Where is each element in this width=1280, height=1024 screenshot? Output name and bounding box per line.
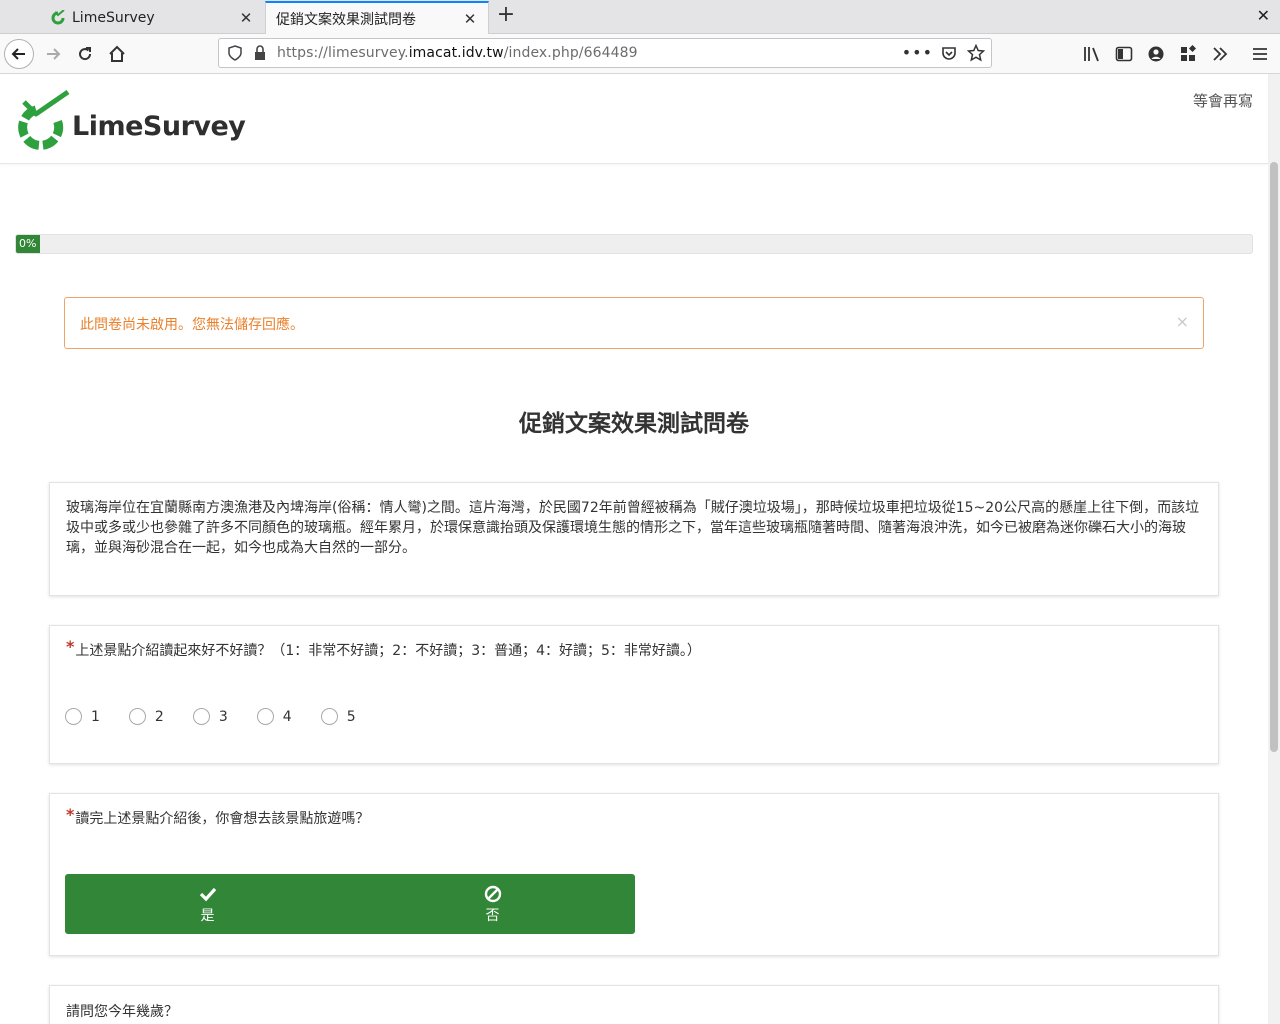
limesurvey-favicon-icon <box>50 9 66 26</box>
survey-inactive-alert: 此問卷尚未啟用。您無法儲存回應。 × <box>64 297 1204 349</box>
progress-fill: 0% <box>16 235 40 253</box>
extensions-icon[interactable] <box>1178 44 1198 64</box>
url-bar[interactable]: https://limesurvey.imacat.idv.tw/index.p… <box>218 38 992 68</box>
rating-radio-group: 1 2 3 4 5 <box>65 708 385 725</box>
back-button[interactable] <box>4 39 34 69</box>
overflow-chevron-icon[interactable] <box>1210 44 1230 64</box>
radio-button[interactable] <box>320 708 338 725</box>
question-text: *上述景點介紹讀起來好不好讀？（1：非常不好讀；2：不好讀；3：普通；4：好讀；… <box>66 637 701 660</box>
lock-icon[interactable] <box>253 45 267 65</box>
url-prefix: https://limesurvey. <box>277 45 409 61</box>
library-icon[interactable] <box>1082 44 1102 64</box>
question-card-readability: *上述景點介紹讀起來好不好讀？（1：非常不好讀；2：不好讀；3：普通；4：好讀；… <box>49 625 1219 764</box>
forward-button[interactable] <box>38 39 68 69</box>
home-button[interactable] <box>102 39 132 69</box>
radio-option-2[interactable]: 2 <box>128 708 164 725</box>
required-asterisk: * <box>66 637 75 656</box>
radio-label: 5 <box>346 708 356 725</box>
shield-icon[interactable] <box>227 45 243 65</box>
question-label: 請問您今年幾歲？ <box>66 1004 178 1020</box>
yes-label: 是 <box>200 907 215 924</box>
tab-title: 促銷文案效果測試問卷 <box>276 12 416 28</box>
tab-limesurvey[interactable]: LimeSurvey ✕ <box>40 1 264 34</box>
hamburger-menu-icon[interactable] <box>1250 44 1270 64</box>
survey-title: 促銷文案效果測試問卷 <box>519 411 749 437</box>
limesurvey-logo[interactable]: LimeSurvey <box>14 90 246 150</box>
survey-description-card: 玻璃海岸位在宜蘭縣南方澳漁港及內埤海岸(俗稱：情人彎)之間。這片海灣，於民國72… <box>49 482 1219 596</box>
arrow-right-icon <box>47 48 61 60</box>
radio-button[interactable] <box>256 708 274 725</box>
radio-option-1[interactable]: 1 <box>65 708 100 725</box>
question-card-visit-intent: *讀完上述景點介紹後，你會想去該景點旅遊嗎？ 是 否 <box>49 793 1219 956</box>
alert-close-button[interactable]: × <box>1176 312 1189 331</box>
logo-text: LimeSurvey <box>72 110 246 142</box>
question-text: *讀完上述景點介紹後，你會想去該景點旅遊嗎？ <box>66 805 370 828</box>
url-text[interactable]: https://limesurvey.imacat.idv.tw/index.p… <box>277 45 638 61</box>
new-tab-button[interactable]: + <box>494 4 518 28</box>
survey-progress-bar: 0% <box>15 234 1253 254</box>
radio-label: 1 <box>91 708 100 725</box>
yes-no-button-group: 是 否 <box>65 874 635 934</box>
yes-button[interactable]: 是 <box>65 874 350 934</box>
check-icon <box>199 884 217 904</box>
question-card-age: 請問您今年幾歲？ <box>49 985 1219 1024</box>
bookmark-star-icon[interactable] <box>966 43 986 66</box>
site-header: LimeSurvey 等會再寫 <box>0 74 1268 164</box>
home-icon <box>109 45 125 62</box>
pocket-icon[interactable] <box>941 45 957 65</box>
close-tab-icon[interactable]: ✕ <box>234 9 258 27</box>
sidebar-icon[interactable] <box>1114 44 1134 64</box>
reload-button[interactable] <box>70 39 100 69</box>
tab-title: LimeSurvey <box>72 9 155 26</box>
required-asterisk: * <box>66 805 75 824</box>
url-path: /index.php/664489 <box>503 45 638 61</box>
question-label: 上述景點介紹讀起來好不好讀？（1：非常不好讀；2：不好讀；3：普通；4：好讀；5… <box>75 643 701 659</box>
reload-icon <box>79 47 92 61</box>
survey-description: 玻璃海岸位在宜蘭縣南方澳漁港及內埤海岸(俗稱：情人彎)之間。這片海灣，於民國72… <box>66 500 1200 556</box>
resume-later-link[interactable]: 等會再寫 <box>1193 90 1253 111</box>
limesurvey-logo-icon <box>18 90 70 150</box>
radio-button[interactable] <box>128 708 146 725</box>
page-scrollbar[interactable] <box>1268 74 1280 1024</box>
radio-button[interactable] <box>65 708 82 725</box>
page-actions-menu-icon[interactable]: ••• <box>902 43 933 62</box>
radio-option-3[interactable]: 3 <box>192 708 228 725</box>
no-button[interactable]: 否 <box>350 874 635 934</box>
radio-option-4[interactable]: 4 <box>256 708 292 725</box>
account-icon[interactable] <box>1146 44 1166 64</box>
scrollbar-thumb[interactable] <box>1270 162 1278 752</box>
alert-message: 此問卷尚未啟用。您無法儲存回應。 <box>80 317 304 333</box>
close-tab-icon[interactable]: ✕ <box>458 10 482 28</box>
radio-label: 4 <box>282 708 292 725</box>
radio-label: 3 <box>218 708 228 725</box>
url-host: imacat.idv.tw <box>408 45 504 61</box>
no-label: 否 <box>485 907 500 924</box>
ban-icon <box>484 884 502 904</box>
tab-survey[interactable]: 促銷文案效果測試問卷 ✕ <box>265 1 489 35</box>
browser-tab-bar: LimeSurvey ✕ 促銷文案效果測試問卷 ✕ + ✕ <box>0 0 1280 35</box>
radio-button[interactable] <box>192 708 210 725</box>
arrow-left-icon <box>11 48 25 60</box>
browser-nav-bar: https://limesurvey.imacat.idv.tw/index.p… <box>0 34 1280 74</box>
radio-option-5[interactable]: 5 <box>320 708 356 725</box>
radio-label: 2 <box>154 708 164 725</box>
window-close-button[interactable]: ✕ <box>1257 6 1270 25</box>
question-label: 讀完上述景點介紹後，你會想去該景點旅遊嗎？ <box>75 811 370 827</box>
